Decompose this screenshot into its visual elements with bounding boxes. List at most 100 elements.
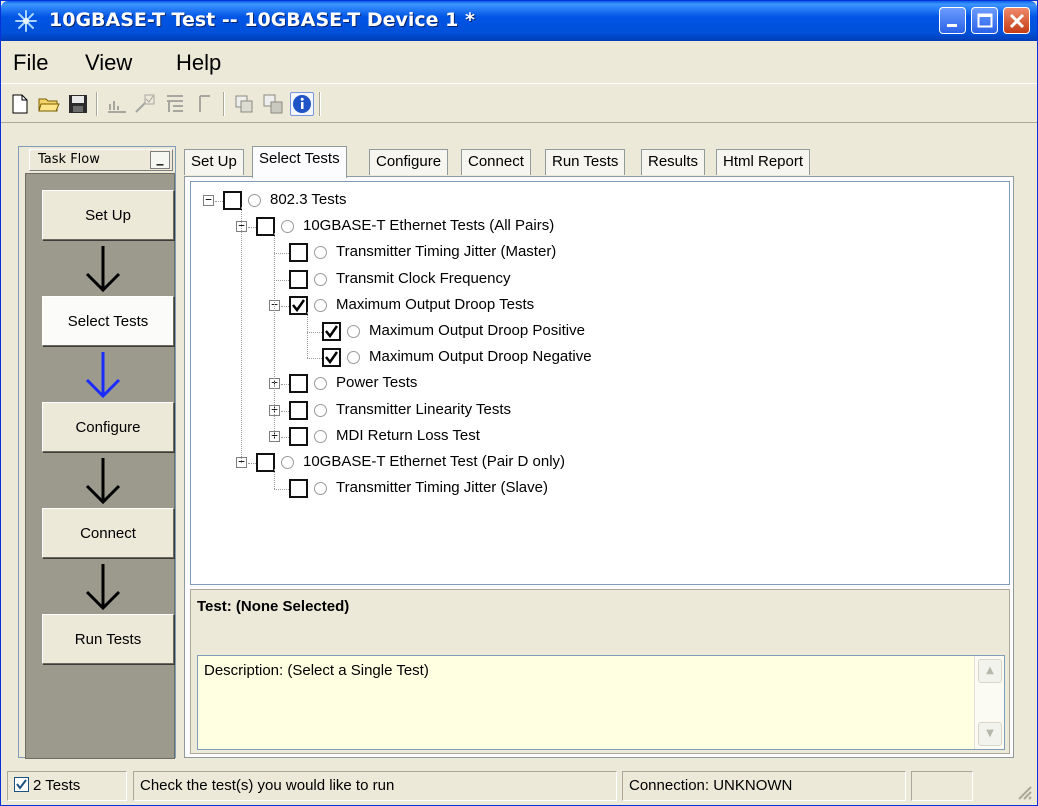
new-document-icon[interactable] xyxy=(8,92,32,116)
tree-item[interactable]: + Transmitter Linearity Tests xyxy=(191,399,991,423)
tree-item[interactable]: Transmitter Timing Jitter (Slave) xyxy=(191,477,991,501)
toolbar-separator xyxy=(96,92,98,116)
close-button[interactable] xyxy=(1003,7,1030,34)
tree-connector xyxy=(215,201,223,202)
tree-item[interactable]: Maximum Output Droop Positive xyxy=(191,320,991,344)
flow-arrow-down-icon xyxy=(85,458,121,505)
minimize-button[interactable] xyxy=(939,7,966,34)
test-checkbox[interactable] xyxy=(289,374,308,394)
selected-test-label: Test: (None Selected) xyxy=(197,598,350,615)
tree-item[interactable]: + Power Tests xyxy=(191,372,991,396)
menu-file[interactable]: File xyxy=(9,48,52,78)
tree-item-label: Maximum Output Droop Tests xyxy=(336,295,535,313)
tab-select-tests[interactable]: Select Tests xyxy=(252,146,347,178)
tree-item-label: Transmitter Timing Jitter (Slave) xyxy=(336,479,548,497)
tree-item[interactable]: + MDI Return Loss Test xyxy=(191,425,991,449)
test-checkbox[interactable] xyxy=(289,295,308,315)
tree-item[interactable]: Transmitter Timing Jitter (Master) xyxy=(191,241,991,265)
tree-item-label: 10GBASE-T Ethernet Test (Pair D only) xyxy=(303,453,566,470)
open-folder-icon[interactable] xyxy=(37,92,61,116)
tree-item[interactable]: Maximum Output Droop Negative xyxy=(191,346,991,370)
tree-item-label: MDI Return Loss Test xyxy=(336,426,480,444)
check-arrow-icon[interactable] xyxy=(133,92,157,116)
tree-item[interactable]: − Maximum Output Droop Tests xyxy=(191,294,991,318)
flow-step-configure[interactable]: Configure xyxy=(42,402,174,452)
tree-item-label: Power Tests xyxy=(336,374,418,392)
save-disk-icon[interactable] xyxy=(66,92,90,116)
copy-icon[interactable] xyxy=(232,92,256,116)
status-radio-icon xyxy=(314,403,327,417)
tree-connector xyxy=(274,279,289,281)
tree-item[interactable]: Transmit Clock Frequency xyxy=(191,268,991,292)
test-tree[interactable]: − 802.3 Tests −10GBASE-T Ethernet Tests (A… xyxy=(190,181,1010,585)
task-flow-minimize-button[interactable]: _ xyxy=(150,151,170,169)
info-button[interactable] xyxy=(290,92,314,116)
tab-set-up[interactable]: Set Up xyxy=(184,149,244,175)
tab-results[interactable]: Results xyxy=(641,149,706,175)
tree-connector xyxy=(307,332,322,333)
bracket-icon[interactable] xyxy=(193,92,217,116)
tree-item[interactable]: −10GBASE-T Ethernet Test (Pair D only) xyxy=(191,451,991,475)
status-test-count: 2 Tests xyxy=(7,771,127,801)
title-bar[interactable]: 10GBASE-T Test -- 10GBASE-T Device 1 * xyxy=(1,1,1037,41)
test-checkbox[interactable] xyxy=(289,479,308,499)
test-checkbox[interactable] xyxy=(289,426,308,446)
tree-connector xyxy=(248,463,256,464)
test-checkbox[interactable] xyxy=(289,400,308,420)
status-radio-icon xyxy=(314,272,327,286)
status-radio-icon xyxy=(314,377,327,391)
tab-strip: Set Up Select Tests Configure Connect Ru… xyxy=(184,146,1034,178)
chevron-down-icon: ▼ xyxy=(986,728,994,739)
tree-guide-line xyxy=(274,233,275,437)
test-count-text: 2 Tests xyxy=(33,777,81,794)
flow-step-connect[interactable]: Connect xyxy=(42,508,174,558)
tab-html-report[interactable]: Html Report xyxy=(716,149,811,175)
menu-view[interactable]: View xyxy=(81,48,136,78)
tab-configure[interactable]: Configure xyxy=(369,149,449,175)
status-connection: Connection: UNKNOWN xyxy=(622,771,906,801)
test-checkbox[interactable] xyxy=(289,243,308,263)
flow-step-setup[interactable]: Set Up xyxy=(42,190,174,240)
list-icon[interactable] xyxy=(163,92,187,116)
status-radio-icon xyxy=(314,429,327,443)
test-checkbox[interactable] xyxy=(322,322,341,341)
scroll-down-button[interactable]: ▼ xyxy=(978,722,1002,746)
description-box[interactable]: Description: (Select a Single Test) ▲ ▼ xyxy=(197,655,1005,750)
test-details-pane: Test: (None Selected) Description: (Sele… xyxy=(190,589,1010,754)
status-message: Check the test(s) you would like to run xyxy=(133,771,617,801)
tree-item[interactable]: −10GBASE-T Ethernet Tests (All Pairs) xyxy=(191,215,991,239)
maximize-button[interactable] xyxy=(971,7,998,34)
toolbar-separator xyxy=(319,92,321,116)
test-checkbox[interactable] xyxy=(223,191,242,210)
tree-item[interactable]: − 802.3 Tests xyxy=(191,189,991,213)
collapse-icon[interactable]: − xyxy=(203,194,214,206)
flow-arrow-down-icon xyxy=(85,564,121,611)
tree-connector xyxy=(274,253,289,255)
status-bar: 2 Tests Check the test(s) you would like… xyxy=(1,767,1037,805)
test-checkbox[interactable] xyxy=(322,348,341,368)
tab-connect[interactable]: Connect xyxy=(461,149,531,175)
test-checkbox[interactable] xyxy=(256,453,275,472)
tree-item-label: Maximum Output Droop Positive xyxy=(369,322,585,339)
chart-icon[interactable] xyxy=(105,92,129,116)
resize-grip-icon[interactable] xyxy=(1013,781,1033,801)
test-checkbox[interactable] xyxy=(289,269,308,289)
chevron-up-icon: ▲ xyxy=(986,665,994,676)
close-icon xyxy=(1009,13,1025,29)
status-radio-icon xyxy=(248,194,261,207)
flow-step-run-tests[interactable]: Run Tests xyxy=(42,614,174,664)
tree-item-label: 802.3 Tests xyxy=(270,191,347,208)
description-scrollbar[interactable]: ▲ ▼ xyxy=(974,656,1004,749)
test-checkbox[interactable] xyxy=(256,217,275,237)
scroll-up-button[interactable]: ▲ xyxy=(978,659,1002,683)
task-flow-panel: Task Flow _ Set Up Select Tests Configur… xyxy=(18,146,176,759)
tree-item-label: Transmitter Timing Jitter (Master) xyxy=(336,243,557,261)
checkmark-icon xyxy=(325,351,338,365)
tab-run-tests[interactable]: Run Tests xyxy=(545,149,626,175)
status-radio-icon xyxy=(347,351,360,365)
flow-step-select-tests[interactable]: Select Tests xyxy=(42,296,174,346)
flow-arrow-down-icon xyxy=(85,246,121,293)
tree-connector xyxy=(281,410,289,412)
duplicate-icon[interactable] xyxy=(261,92,285,116)
menu-help[interactable]: Help xyxy=(172,48,225,78)
